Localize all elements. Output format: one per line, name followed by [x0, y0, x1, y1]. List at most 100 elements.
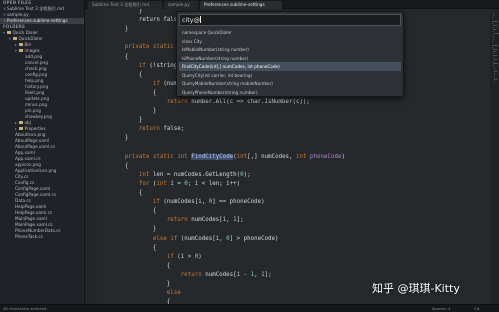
- indentation-setting[interactable]: Spaces: 4: [432, 305, 450, 312]
- code-line[interactable]: private static int FindCityCode(int[,] n…: [97, 153, 345, 162]
- tree-item-label: appicon.png: [15, 162, 41, 167]
- tree-item-label: obj: [24, 120, 31, 125]
- code-line[interactable]: if (numCodes[i, 0] == phoneCode): [97, 198, 265, 207]
- watermark: 知乎 @琪琪-Kitty: [372, 282, 460, 295]
- code-line[interactable]: {: [97, 53, 129, 62]
- tree-item-label: MainPage.xaml: [15, 216, 47, 221]
- code-line[interactable]: {: [97, 71, 143, 80]
- tab-label: Preferences.sublime-settings: [204, 2, 265, 7]
- tree-item-label: minus.png: [25, 102, 48, 107]
- status-bar: 46 characters selected Spaces: 4 C#: [0, 304, 499, 312]
- code-line[interactable]: }: [97, 280, 171, 289]
- code-line[interactable]: else: [97, 289, 181, 298]
- line-gutter: [85, 9, 97, 304]
- tab-sublime-guide[interactable]: Sublime Text 3 全程指引.md: [88, 1, 162, 9]
- code-token: private: [124, 44, 150, 51]
- code-token: false;: [159, 126, 185, 133]
- tab-label: Sublime Text 3 全程指引.md: [92, 2, 149, 7]
- code-token: if: [166, 253, 174, 260]
- code-line[interactable]: }: [97, 25, 129, 34]
- minimap-line: [493, 55, 498, 56]
- code-token: return: [138, 126, 160, 133]
- code-token: }: [97, 226, 157, 233]
- minimap-line: [494, 79, 497, 80]
- code-token: ] > phoneCode): [229, 235, 279, 242]
- code-token: int: [177, 153, 188, 160]
- code-token: ];: [236, 217, 244, 224]
- text-caret: [199, 16, 201, 23]
- code-token: {: [97, 208, 157, 215]
- code-token: {: [97, 89, 157, 96]
- code-token: (numCodes[i,: [159, 199, 209, 206]
- tab-preferences[interactable]: Preferences.sublime-settings: [200, 1, 282, 9]
- code-token: }: [97, 117, 143, 124]
- minimap-line: [492, 39, 495, 40]
- syntax-setting[interactable]: C#: [474, 305, 480, 312]
- code-line[interactable]: return numCodes[i, 1];: [97, 216, 244, 225]
- tree-item-label: HelpPage.xaml: [15, 204, 47, 209]
- code-token: return false;: [97, 17, 185, 24]
- code-line[interactable]: if (i > 0): [97, 253, 202, 262]
- code-token: {: [97, 190, 143, 196]
- minimap-line: [492, 25, 497, 26]
- code-line[interactable]: return false;: [97, 16, 184, 25]
- code-line[interactable]: }: [97, 9, 143, 16]
- tree-item-label: ConfigPage.xaml.cs: [15, 192, 57, 197]
- open-file-label: Preferences.sublime-settings: [7, 18, 68, 23]
- tree-item-label: AboutIcon.png: [15, 132, 46, 137]
- code-token: }: [97, 26, 129, 33]
- code-line[interactable]: int len = numCodes.GetLength(0);: [97, 171, 251, 180]
- minimap[interactable]: [490, 9, 499, 304]
- goto-result-item[interactable]: QueryPhoneNumber(string number): [179, 88, 401, 97]
- code-line[interactable]: return numCodes[i - 1, 1];: [97, 271, 272, 280]
- goto-anything-input[interactable]: city@: [179, 14, 401, 26]
- code-token: }: [97, 135, 129, 142]
- code-line[interactable]: {: [97, 262, 171, 271]
- open-file-label: Sublime Text 3 全程指引.md: [7, 6, 64, 11]
- tree-file[interactable]: PhoneTask.cs: [0, 234, 84, 240]
- tree-item-label: config.png: [25, 72, 48, 77]
- tree-item-label: Data.cs: [15, 198, 31, 203]
- code-line[interactable]: {: [97, 162, 129, 171]
- code-token: }: [97, 108, 157, 115]
- tree-item-label: Properties: [24, 126, 46, 131]
- minimap-line: [493, 29, 497, 30]
- folder-icon: [19, 126, 23, 130]
- minimap-line: [492, 45, 499, 46]
- minimap-line: [492, 21, 499, 22]
- minimap-line: [494, 67, 496, 68]
- goto-query-text: city@: [182, 16, 200, 24]
- code-line[interactable]: {: [97, 207, 157, 216]
- tree-item-label: App.xaml: [15, 150, 35, 155]
- code-line[interactable]: {: [97, 189, 143, 198]
- goto-anything-popup: city@ namespace QuickDialer class City IsM…: [176, 11, 404, 97]
- code-line[interactable]: else if (numCodes[i, 0] > phoneCode): [97, 235, 279, 244]
- code-line[interactable]: {: [97, 89, 157, 98]
- tab-sample-py[interactable]: sample.py: [164, 1, 198, 9]
- code-line[interactable]: {: [97, 244, 157, 253]
- code-token: private: [124, 153, 150, 160]
- code-line[interactable]: return number.All(c => char.IsNumber(c))…: [97, 98, 310, 107]
- minimap-line: [493, 63, 498, 64]
- code-token: numCodes[i,: [187, 217, 234, 224]
- minimap-line: [492, 49, 497, 50]
- code-token: if: [152, 199, 160, 206]
- code-line[interactable]: return false;: [97, 125, 184, 134]
- code-line[interactable]: }: [97, 225, 157, 234]
- open-file-item[interactable]: ×Preferences.sublime-settings: [0, 18, 84, 24]
- code-line[interactable]: for (int i = 0; i < len; i++): [97, 180, 240, 189]
- folder-icon: [19, 42, 23, 46]
- tree-item-label: AboutPage.xaml.cs: [15, 144, 55, 149]
- tree-item-label: City.cs: [15, 174, 29, 179]
- code-line[interactable]: }: [97, 116, 143, 125]
- minimap-line: [492, 51, 497, 52]
- tree-item-label: HelpPage.xaml.cs: [15, 210, 53, 215]
- code-line[interactable]: }: [97, 134, 129, 143]
- code-line[interactable]: }: [97, 107, 157, 116]
- tree-item-label: add.png: [25, 54, 43, 59]
- code-token: FindCityCode: [191, 153, 234, 160]
